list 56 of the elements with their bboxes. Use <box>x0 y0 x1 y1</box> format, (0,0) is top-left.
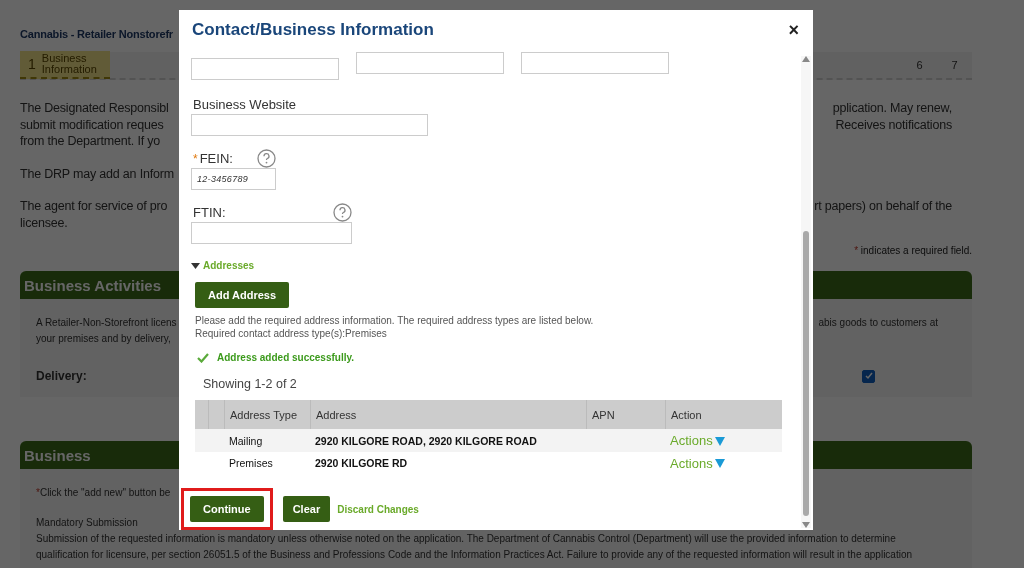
scrollbar[interactable] <box>801 56 811 528</box>
input-field[interactable] <box>521 52 669 74</box>
check-icon <box>197 352 209 363</box>
field-label: Business Website <box>193 96 297 112</box>
column-header: Address <box>316 408 357 421</box>
column-header: APN <box>592 408 615 421</box>
scroll-down-icon[interactable] <box>802 522 810 528</box>
success-message: Address added successfully. <box>217 352 355 363</box>
paragraph-text: qualification for licensure, per section 26051.5 of the Business and Professions Code and the Information Practices Act. Failure to provide any of the requested information will result in the application <box>36 548 913 562</box>
instruction-text: Please add the required address information. The required address types are listed below. <box>195 314 595 327</box>
table-cell-text: Premises <box>228 457 274 469</box>
paragraph-text: The Designated Responsibl <box>20 100 169 117</box>
paragraph-text: pplication. May renew, <box>832 100 952 117</box>
input-field[interactable]: 12-3456789 <box>191 168 276 190</box>
paragraph-text: The DRP may add an Inform <box>20 165 174 182</box>
input-field[interactable] <box>191 222 352 244</box>
paragraph-text: abis goods to customers at <box>818 316 938 330</box>
scroll-up-icon[interactable] <box>802 56 810 62</box>
checkbox-label: Delivery: <box>36 369 87 383</box>
required-note: * indicates a required field. <box>854 245 972 256</box>
input-field[interactable] <box>356 52 504 74</box>
checkbox[interactable] <box>862 369 875 383</box>
field-label: *FEIN: <box>193 150 233 166</box>
step-number[interactable]: 7 <box>937 52 972 78</box>
dialog-title: Contact/Business Information <box>192 20 435 40</box>
paragraph-text: Mandatory Submission <box>36 516 138 530</box>
add-address-button[interactable]: Add Address <box>195 282 290 308</box>
field-label: FTIN: <box>193 204 226 220</box>
input-field[interactable] <box>191 58 339 80</box>
paragraph-text: Submission of the requested information is mandatory unless otherwise noted on the application. The Department of Cannabis Control (Department) will use the provided information to determine <box>36 532 896 546</box>
paragraph-text: A Retailer-Non-Storefront licens <box>36 316 177 330</box>
paragraph-text: *Click the "add new" button be <box>36 486 171 500</box>
close-button[interactable]: × <box>786 19 801 41</box>
paragraph-text: The agent for service of pro <box>20 198 168 215</box>
discard-changes-link[interactable]: Discard Changes <box>337 503 419 515</box>
help-icon[interactable] <box>257 148 276 168</box>
paragraph-text: your premises and by delivery, <box>36 332 171 346</box>
instruction-text: Required contact address type(s):Premises <box>195 327 388 340</box>
result-count: Showing 1-2 of 2 <box>203 377 298 391</box>
paragraph-text: licensee. <box>20 214 68 231</box>
addresses-toggle[interactable]: Addresses <box>191 260 255 271</box>
caret-icon[interactable] <box>191 262 200 269</box>
input-field[interactable] <box>191 114 428 136</box>
paragraph-text: rt papers) on behalf of the <box>814 198 952 215</box>
help-icon[interactable] <box>333 202 352 222</box>
table-cell-text: 2920 KILGORE RD <box>314 457 409 469</box>
clear-button[interactable]: Clear <box>282 496 331 522</box>
actions-link[interactable]: Actions <box>665 455 782 471</box>
paragraph-text: Receives notifications <box>835 116 952 133</box>
continue-button[interactable]: Continue <box>190 496 264 522</box>
step-number[interactable]: 6 <box>902 52 937 78</box>
page-title: Cannabis - Retailer Nonstorefr <box>20 28 173 42</box>
column-header: Address Type <box>230 408 298 421</box>
paragraph-text: from the Department. If yo <box>20 133 160 150</box>
column-header: Action <box>671 408 702 421</box>
paragraph-text: submit modification reques <box>20 116 164 133</box>
